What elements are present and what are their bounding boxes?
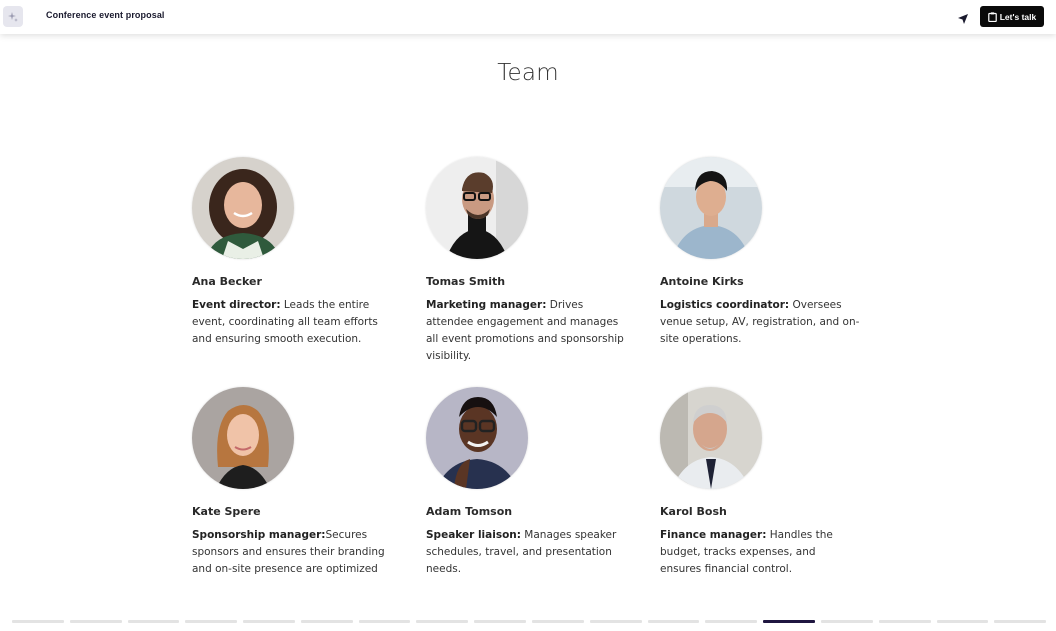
- member-description: Logistics coordinator: Oversees venue se…: [660, 297, 860, 348]
- member-role: Logistics coordinator:: [660, 299, 790, 311]
- member-role: Sponsorship manager:: [192, 529, 326, 541]
- avatar: [192, 157, 294, 259]
- slide-progress-segment[interactable]: [763, 620, 815, 623]
- member-name: Karol Bosh: [660, 505, 727, 518]
- slide-progress-segment[interactable]: [243, 620, 295, 623]
- top-bar: Conference event proposal Let's talk: [0, 0, 1056, 34]
- slide-progress-segment[interactable]: [589, 620, 642, 623]
- sparkle-icon: [8, 11, 18, 22]
- send-arrow-icon[interactable]: [957, 10, 969, 24]
- member-name: Antoine Kirks: [660, 275, 744, 288]
- slide-progress-segment[interactable]: [300, 620, 353, 623]
- avatar: [192, 387, 294, 489]
- slide-progress-segment[interactable]: [358, 620, 411, 623]
- member-description: Finance manager: Handles the budget, tra…: [660, 527, 860, 578]
- slide-progress-segment[interactable]: [532, 620, 584, 623]
- team-member-card: Tomas Smith Marketing manager: Drives at…: [426, 157, 636, 365]
- slide-progress-segment[interactable]: [705, 620, 758, 623]
- slide-progress-segment[interactable]: [820, 620, 873, 623]
- member-name: Ana Becker: [192, 275, 262, 288]
- member-description: Sponsorship manager:Secures sponsors and…: [192, 527, 392, 578]
- member-description: Marketing manager: Drives attendee engag…: [426, 297, 626, 365]
- slide-progress-segment[interactable]: [994, 620, 1047, 623]
- member-description: Event director: Leads the entire event, …: [192, 297, 392, 348]
- section-title: Team: [497, 60, 559, 86]
- member-role: Event director:: [192, 299, 281, 311]
- team-member-card: Ana Becker Event director: Leads the ent…: [192, 157, 402, 348]
- member-role: Marketing manager:: [426, 299, 547, 311]
- sparkle-logo-button[interactable]: [3, 6, 23, 27]
- slide-progress-segment[interactable]: [878, 620, 931, 623]
- team-member-card: Karol Bosh Finance manager: Handles the …: [660, 387, 870, 578]
- team-member-card: Kate Spere Sponsorship manager:Secures s…: [192, 387, 402, 578]
- avatar: [426, 157, 528, 259]
- member-role: Speaker liaison:: [426, 529, 521, 541]
- clipboard-icon: [987, 11, 997, 22]
- member-role: Finance manager:: [660, 529, 767, 541]
- slide-progress-segment[interactable]: [474, 620, 527, 623]
- avatar: [426, 387, 528, 489]
- document-title: Conference event proposal: [46, 10, 165, 20]
- member-description: Speaker liaison: Manages speaker schedul…: [426, 527, 626, 578]
- member-name: Adam Tomson: [426, 505, 513, 518]
- slide-progress-bar: [12, 620, 1047, 624]
- slide-progress-segment[interactable]: [936, 620, 989, 623]
- slide-progress-segment[interactable]: [127, 620, 180, 623]
- slide-progress-segment[interactable]: [12, 620, 64, 623]
- lets-talk-label: Let's talk: [999, 11, 1037, 22]
- slide-progress-segment[interactable]: [647, 620, 700, 623]
- slide-progress-segment[interactable]: [416, 620, 469, 623]
- member-name: Tomas Smith: [426, 275, 506, 288]
- avatar: [660, 387, 762, 489]
- team-member-card: Adam Tomson Speaker liaison: Manages spe…: [426, 387, 636, 578]
- team-member-card: Antoine Kirks Logistics coordinator: Ove…: [660, 157, 870, 348]
- avatar: [660, 157, 762, 259]
- lets-talk-button[interactable]: Let's talk: [980, 6, 1044, 27]
- slide-progress-segment[interactable]: [69, 620, 122, 623]
- member-name: Kate Spere: [192, 505, 261, 518]
- slide-progress-segment[interactable]: [185, 620, 238, 623]
